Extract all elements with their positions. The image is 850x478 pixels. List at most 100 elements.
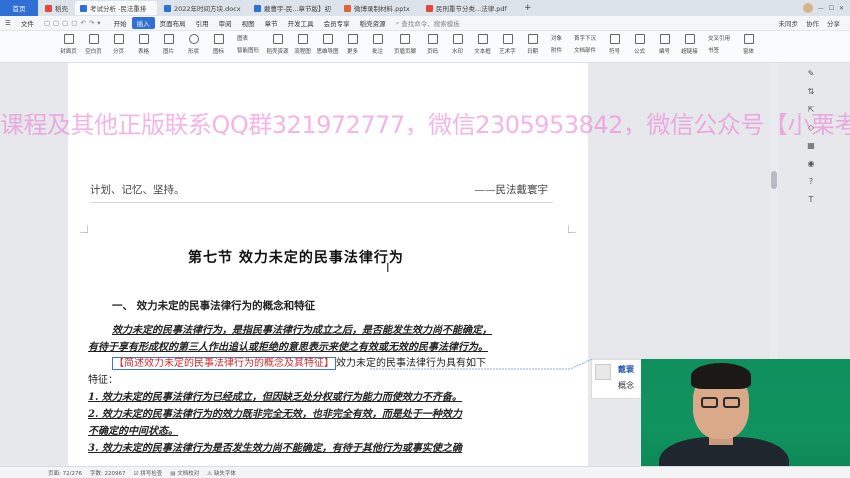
shape-icon[interactable]: ◇ — [808, 123, 814, 132]
comment-button[interactable]: 批注 — [365, 34, 390, 55]
flowchart-button[interactable]: 流程图 — [290, 34, 315, 55]
tab-document[interactable]: 戴曹宇-民...章节版】初 — [249, 1, 337, 15]
ribbon-label: 流程图 — [294, 49, 311, 55]
cover-page-button[interactable]: 封面页 — [56, 34, 81, 55]
webcam-overlay — [641, 359, 850, 478]
menu-right-actions: 未同步 协作 分享 — [779, 18, 850, 28]
pen-icon[interactable]: ✎ — [808, 69, 815, 78]
scroll-thumb[interactable] — [771, 171, 777, 189]
question-tag[interactable]: 【简述效力未定的民事法律行为的概念及其特征】 — [112, 357, 336, 370]
blank-page-button[interactable]: 空白页 — [81, 34, 106, 55]
search-box[interactable]: ⌕ 查找命令、搜索模板 — [391, 17, 465, 29]
grid-icon[interactable]: ▦ — [807, 141, 815, 150]
share-button[interactable]: 分享 — [827, 18, 840, 28]
para-line: 有待于享有形成权的第三人作出追认或拒绝的意思表示来使之有效或无效的民事法律行为。 — [88, 342, 488, 353]
menu-file[interactable]: 文件 — [16, 17, 39, 29]
paragraph-definition: 效力未定的民事法律行为，是指民事法律行为成立之后，是否能发生效力尚不能确定， 有… — [88, 322, 558, 356]
shape-icon — [188, 34, 199, 44]
flowchart-icon — [297, 34, 308, 44]
attachment-button[interactable]: 附件 — [551, 46, 562, 54]
ribbon-label: 空白页 — [85, 49, 102, 55]
maximize-icon[interactable]: ☐ — [829, 5, 834, 12]
menu-view[interactable]: 视图 — [237, 17, 260, 29]
cursor-icon[interactable]: ⇱ — [808, 105, 815, 114]
watermark-button[interactable]: 水印 — [445, 34, 470, 55]
missing-font[interactable]: ⚠ 缺失字体 — [207, 469, 236, 477]
menu-insert[interactable]: 插入 — [131, 17, 155, 29]
numbering-button[interactable]: 编号 — [652, 34, 677, 55]
menu-page-layout[interactable]: 页面布局 — [155, 17, 191, 29]
page-counter[interactable]: 页面: 72/276 — [48, 469, 82, 477]
tab-pdf[interactable]: 民刑重节分类...法律.pdf — [421, 1, 517, 15]
header-footer-button[interactable]: 页眉页脚 — [390, 34, 420, 55]
smart-art-button[interactable]: 智能图形 — [237, 46, 259, 54]
symbol-button[interactable]: 符号 — [602, 34, 627, 55]
comment-icon — [372, 34, 383, 44]
list-item: 不确定的中间状态。 — [88, 426, 178, 437]
cross-reference-button[interactable]: 交叉引用 — [708, 34, 730, 42]
ribbon-label: 图标 — [212, 49, 224, 55]
menu-references[interactable]: 引用 — [191, 17, 214, 29]
quick-access-toolbar[interactable]: ▢▢▢▢↶↷▾ — [39, 17, 109, 29]
ribbon-label: 公式 — [634, 49, 646, 55]
page-break-button[interactable]: 分页 — [106, 34, 131, 55]
page-header-left: 计划、记忆、坚持。 — [90, 184, 185, 196]
location-icon[interactable]: ◉ — [808, 159, 815, 168]
proofread[interactable]: ▤ 文档校对 — [170, 469, 199, 477]
picture-button[interactable]: 图片 — [156, 34, 181, 55]
format-icon[interactable]: ⇅ — [808, 87, 815, 96]
date-button[interactable]: 日期 — [520, 34, 545, 55]
bookmark-button[interactable]: 书签 — [708, 46, 730, 54]
tab-document[interactable]: 2022年时间方块.docx — [159, 1, 247, 15]
shape-button[interactable]: 形状 — [181, 34, 206, 55]
presenter-hair — [691, 363, 751, 389]
dropcap-button[interactable]: 首字下沉 — [574, 34, 596, 42]
close-icon[interactable]: ✕ — [839, 5, 844, 12]
form-button[interactable]: 窗体 — [736, 34, 761, 55]
hyperlink-button[interactable]: 超链接 — [677, 34, 702, 55]
menu-home[interactable]: 开始 — [109, 17, 132, 29]
tab-document-active[interactable]: 考试分析 -民法重排 — [75, 1, 157, 15]
status-bar: 页面: 72/276 字数: 220967 ☑ 拼写检查 ▤ 文档校对 ⚠ 缺失… — [0, 466, 850, 478]
text-icon[interactable]: T — [809, 195, 814, 204]
menu-docer-resources[interactable]: 稻壳资源 — [355, 17, 391, 29]
minimize-icon[interactable]: — — [818, 5, 824, 12]
sync-status[interactable]: 未同步 — [779, 18, 799, 28]
table-button[interactable]: 表格 — [131, 34, 156, 55]
collaborate-button[interactable]: 协作 — [806, 18, 819, 28]
tab-home[interactable]: 首页 — [0, 0, 38, 16]
menu-member[interactable]: 会员专享 — [319, 17, 355, 29]
object-button[interactable]: 对象 — [551, 34, 562, 42]
word-count[interactable]: 字数: 220967 — [90, 469, 126, 477]
chart-button[interactable]: 图表 — [237, 34, 259, 42]
new-tab-button[interactable]: + — [519, 1, 537, 15]
ribbon-label: 页码 — [427, 49, 439, 55]
textbox-icon — [477, 34, 488, 44]
page-break-icon — [113, 34, 124, 44]
menu-review[interactable]: 审阅 — [214, 17, 237, 29]
document-page[interactable]: 计划、记忆、坚持。 ——民法戴寰宇 第七节 效力未定的民事法律行为 I 一、 效… — [68, 63, 588, 466]
page-number-button[interactable]: 页码 — [420, 34, 445, 55]
help-icon[interactable]: ? — [809, 177, 813, 186]
docer-resources-button[interactable]: 稻壳资源 — [265, 34, 290, 55]
more-button[interactable]: 更多 — [340, 34, 365, 55]
menu-icon[interactable]: ☰ — [0, 17, 16, 29]
mindmap-button[interactable]: 思维导图 — [315, 34, 340, 55]
menu-chapter[interactable]: 章节 — [260, 17, 283, 29]
doc-parts-button[interactable]: 文档部件 — [574, 46, 596, 54]
comment-connector — [370, 358, 593, 370]
wordart-button[interactable]: 艺术字 — [495, 34, 520, 55]
pdf-icon — [426, 4, 433, 12]
ribbon-label: 日期 — [527, 49, 539, 55]
tab-presentation[interactable]: 微博录制材料.pptx — [339, 1, 419, 15]
icon-button[interactable]: 图标 — [206, 34, 231, 55]
textbox-button[interactable]: 文本框 — [470, 34, 495, 55]
ribbon-label: 水印 — [452, 49, 464, 55]
comment-avatar — [595, 364, 611, 380]
formula-button[interactable]: 公式 — [627, 34, 652, 55]
header-footer-icon — [400, 34, 411, 44]
menu-developer[interactable]: 开发工具 — [283, 17, 319, 29]
user-avatar[interactable] — [802, 3, 813, 13]
spell-check[interactable]: ☑ 拼写检查 — [134, 469, 163, 477]
tab-docer[interactable]: 稻壳 — [40, 1, 73, 15]
